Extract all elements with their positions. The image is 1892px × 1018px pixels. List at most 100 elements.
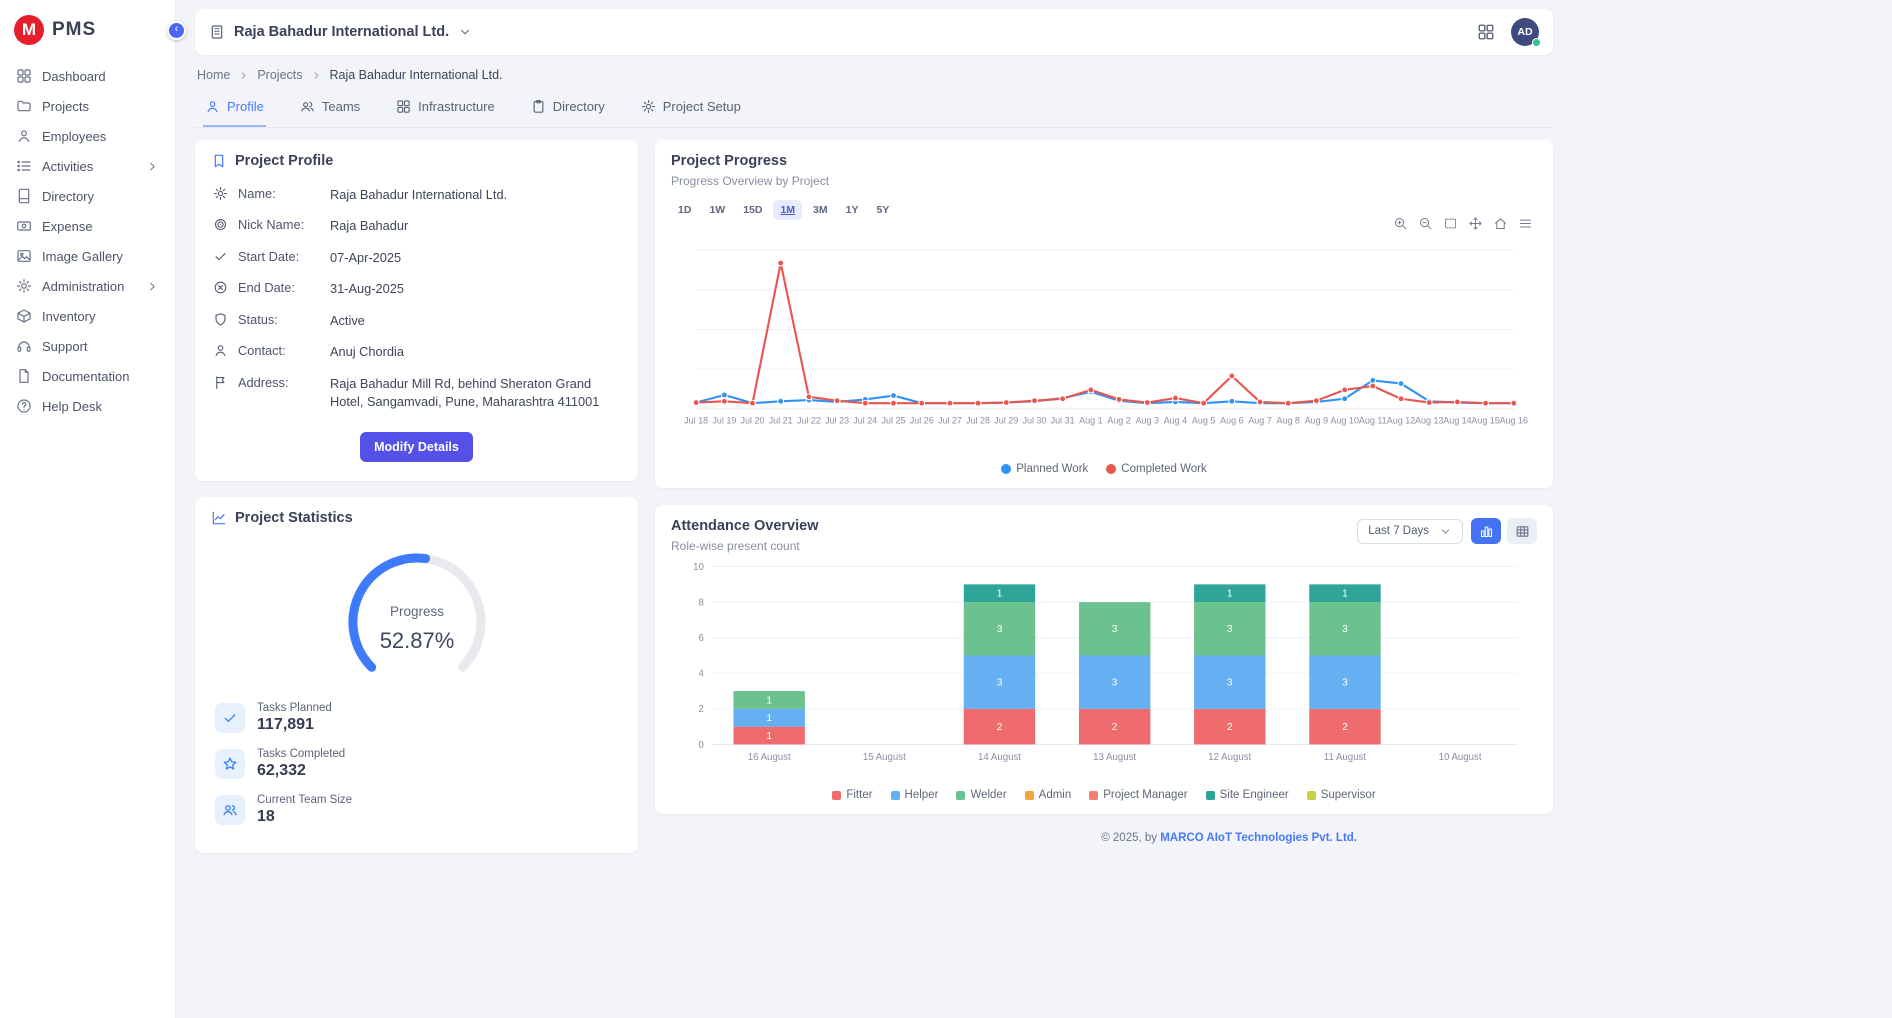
sidebar-item-documentation[interactable]: Documentation [0,361,175,391]
breadcrumb-item-raja-bahadur-international-ltd-[interactable]: Raja Bahadur International Ltd. [330,68,503,82]
sidebar-item-dashboard[interactable]: Dashboard [0,61,175,91]
legend-item-completed-work[interactable]: Completed Work [1106,463,1206,475]
sidebar-item-help-desk[interactable]: Help Desk [0,391,175,421]
sidebar-item-inventory[interactable]: Inventory [0,301,175,331]
sidebar-item-activities[interactable]: Activities [0,151,175,181]
field-value: Active [330,312,365,331]
svg-text:Aug 11: Aug 11 [1359,415,1387,425]
svg-text:Aug 10: Aug 10 [1330,415,1358,425]
svg-text:Aug 12: Aug 12 [1387,415,1415,425]
svg-text:2: 2 [1112,722,1118,733]
modify-details-button[interactable]: Modify Details [360,432,473,462]
tab-project-setup[interactable]: Project Setup [639,90,743,127]
legend-item-fitter[interactable]: Fitter [832,789,872,801]
users-icon [222,802,238,818]
legend-item-helper[interactable]: Helper [891,789,939,801]
days-filter-select[interactable]: Last 7 Days [1357,519,1463,544]
bar-chart-legend: Fitter Helper Welder Admin Project Manager Si… [671,789,1537,801]
view-toggle-table-button[interactable] [1507,518,1537,544]
svg-text:Aug 13: Aug 13 [1415,415,1443,425]
shield-icon [213,312,228,327]
footer-company-link[interactable]: MARCO AIoT Technologies Pvt. Ltd. [1160,832,1357,844]
grid-icon [396,99,411,114]
sidebar-item-support[interactable]: Support [0,331,175,361]
toolbar-selection-button[interactable] [1443,216,1458,231]
main-area: Raja Bahadur International Ltd. AD Home P… [176,0,1553,856]
legend-item-supervisor[interactable]: Supervisor [1307,789,1376,801]
tab-teams[interactable]: Teams [298,90,362,127]
svg-text:2: 2 [997,722,1003,733]
list-icon [16,158,32,174]
sidebar-collapse-button[interactable]: ‹ [167,21,186,40]
user-icon [16,128,32,144]
toolbar-home-button[interactable] [1493,216,1508,231]
stat-tasks-planned: Tasks Planned117,891 [215,702,618,734]
top-header: Raja Bahadur International Ltd. AD [195,9,1553,55]
sidebar-item-label: Expense [42,219,93,234]
attendance-bar-chart[interactable]: 024681011116 August15 August233114 Augus… [671,555,1537,787]
svg-text:3: 3 [1112,678,1118,689]
range-button-3m[interactable]: 3M [806,200,835,220]
toolbar-zoomout-button[interactable] [1418,216,1433,231]
toolbar-pan-button[interactable] [1468,216,1483,231]
breadcrumb-item-projects[interactable]: Projects [257,68,302,82]
svg-text:Jul 29: Jul 29 [994,415,1018,425]
legend-item-site-engineer[interactable]: Site Engineer [1206,789,1289,801]
range-button-1w[interactable]: 1W [702,200,732,220]
svg-text:4: 4 [699,669,705,680]
help-icon [16,398,32,414]
check-icon [213,249,228,264]
svg-text:3: 3 [997,624,1003,635]
sidebar-nav: DashboardProjectsEmployeesActivitiesDire… [0,61,175,421]
tab-infrastructure[interactable]: Infrastructure [394,90,497,127]
barchart-icon [1479,524,1494,539]
svg-text:1: 1 [766,713,772,724]
bookmark-icon [211,153,227,169]
svg-text:Aug 5: Aug 5 [1192,415,1215,425]
apps-grid-button[interactable] [1477,23,1495,41]
legend-item-admin[interactable]: Admin [1025,789,1072,801]
sidebar-item-expense[interactable]: Expense [0,211,175,241]
svg-text:2: 2 [1227,722,1233,733]
breadcrumb-item-home[interactable]: Home [197,68,230,82]
field-label: Contact: [238,343,320,358]
sidebar-item-image-gallery[interactable]: Image Gallery [0,241,175,271]
box-icon [16,308,32,324]
legend-item-project-manager[interactable]: Project Manager [1089,789,1187,801]
svg-text:1: 1 [1342,589,1348,600]
avatar[interactable]: AD [1511,18,1539,46]
svg-text:14 August: 14 August [978,752,1021,763]
svg-text:Jul 23: Jul 23 [825,415,849,425]
sidebar-item-projects[interactable]: Projects [0,91,175,121]
zoomin-icon [1393,216,1408,231]
sidebar-item-administration[interactable]: Administration [0,271,175,301]
breadcrumb-separator-icon [311,70,322,81]
range-button-15d[interactable]: 15D [736,200,769,220]
svg-text:1: 1 [1227,589,1233,600]
tab-directory[interactable]: Directory [529,90,607,127]
sidebar-item-label: Image Gallery [42,249,123,264]
field-label: Address: [238,375,320,390]
range-button-1m[interactable]: 1M [773,200,802,220]
attendance-title: Attendance Overview [671,518,818,534]
legend-item-welder[interactable]: Welder [956,789,1006,801]
flag-icon [213,375,228,390]
toolbar-menu-button[interactable] [1518,216,1533,231]
avatar-initials: AD [1517,26,1532,38]
svg-text:Aug 7: Aug 7 [1248,415,1271,425]
svg-text:3: 3 [1227,624,1233,635]
toolbar-zoomin-button[interactable] [1393,216,1408,231]
range-button-1d[interactable]: 1D [671,200,698,220]
view-toggle-barchart-button[interactable] [1471,518,1501,544]
stat-label: Tasks Completed [257,748,345,760]
sidebar-item-directory[interactable]: Directory [0,181,175,211]
sidebar-item-employees[interactable]: Employees [0,121,175,151]
range-button-5y[interactable]: 5Y [869,200,896,220]
company-selector[interactable]: Raja Bahadur International Ltd. [209,24,472,40]
stat-label: Tasks Planned [257,702,332,714]
range-button-1y[interactable]: 1Y [839,200,866,220]
tab-profile[interactable]: Profile [203,90,266,127]
svg-text:1: 1 [766,731,772,742]
legend-item-planned-work[interactable]: Planned Work [1001,463,1088,475]
progress-line-chart[interactable]: Jul 18Jul 19Jul 20Jul 21Jul 22Jul 23Jul … [671,233,1537,461]
